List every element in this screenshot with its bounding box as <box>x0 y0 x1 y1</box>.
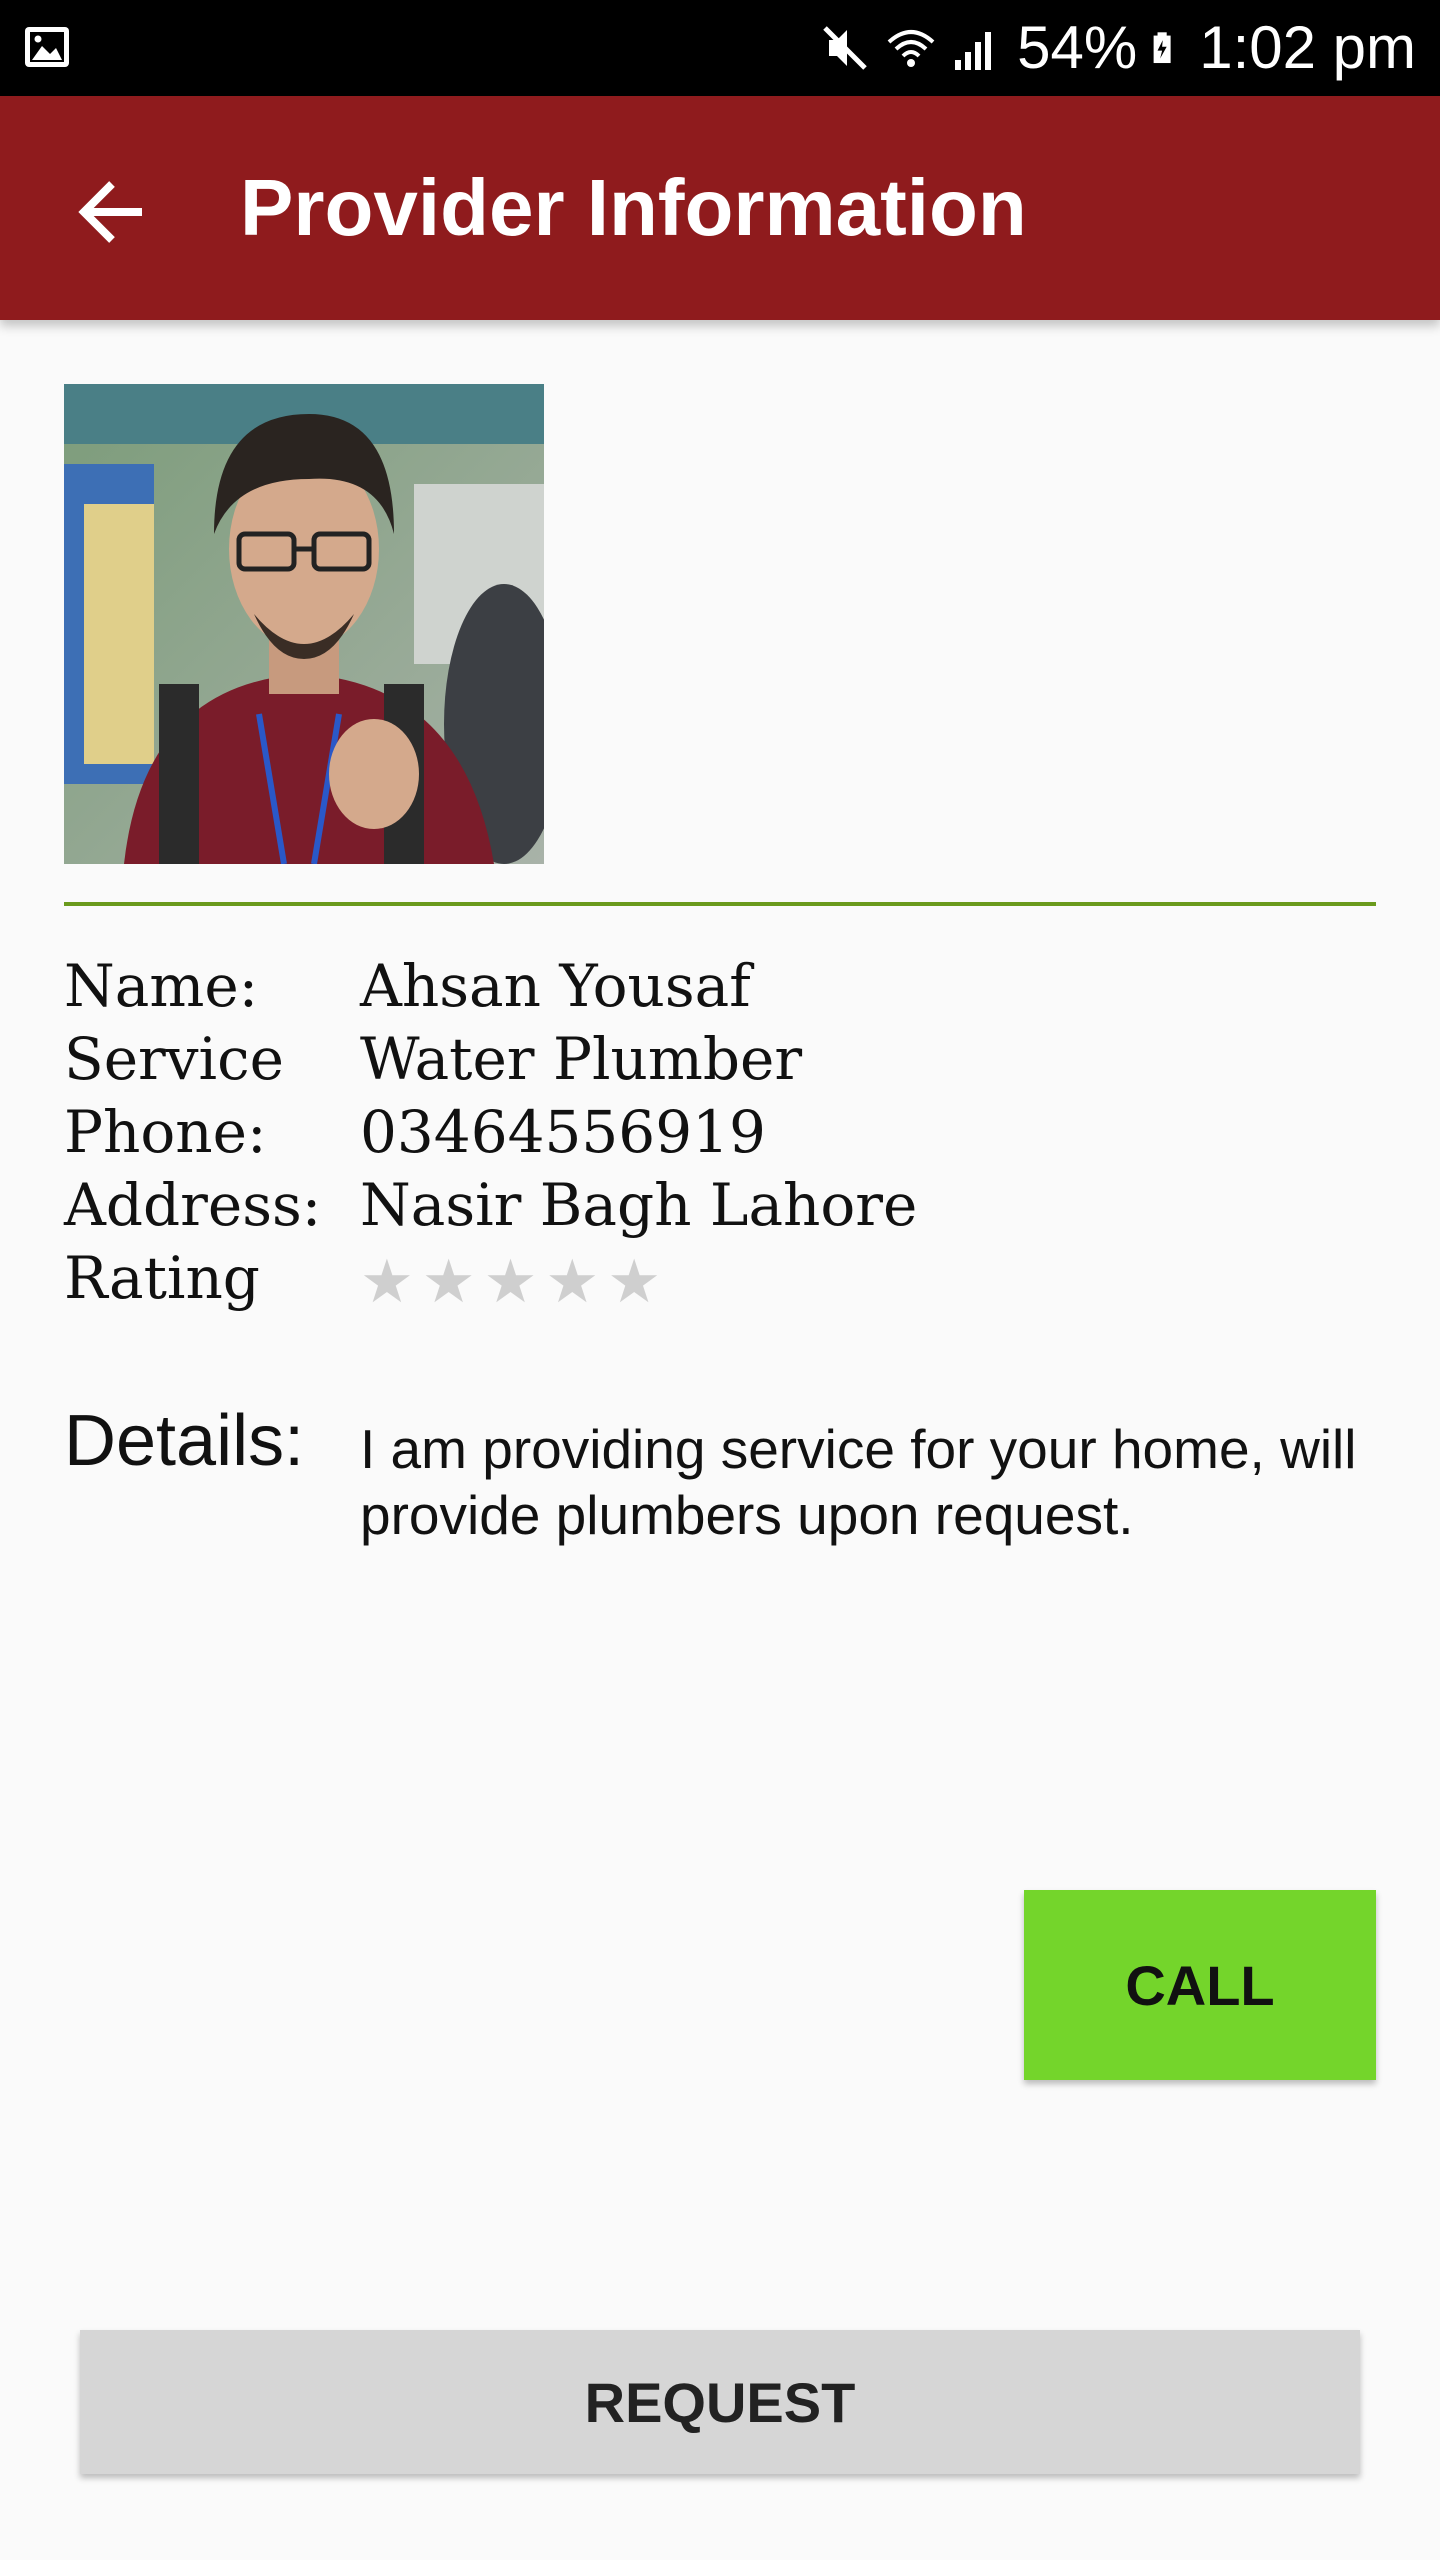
service-label: Service <box>64 1025 284 1093</box>
divider <box>64 902 1376 906</box>
details-label: Details: <box>64 1401 305 1481</box>
mute-icon <box>823 26 867 70</box>
name-row: Name: Ahsan Yousaf <box>64 950 1376 1023</box>
provider-photo <box>64 384 544 864</box>
service-value: Water Plumber <box>360 1025 803 1093</box>
arrow-back-icon <box>78 181 142 243</box>
request-button[interactable]: REQUEST <box>80 2330 1360 2474</box>
rating-bar[interactable]: ★ ★ ★ ★ ★ <box>360 1252 661 1312</box>
phone-label: Phone: <box>64 1098 267 1166</box>
name-value: Ahsan Yousaf <box>360 952 751 1020</box>
star-icon: ★ <box>421 1247 476 1317</box>
address-row: Address: Nasir Bagh Lahore <box>64 1169 1376 1242</box>
page-title: Provider Information <box>240 163 1027 252</box>
status-bar-right: 54% 1:02 pm <box>819 0 1416 96</box>
call-button[interactable]: CALL <box>1024 1890 1376 2080</box>
star-icon: ★ <box>483 1247 538 1317</box>
battery-icon <box>1153 32 1171 64</box>
status-bar: 54% 1:02 pm <box>0 0 1440 96</box>
rating-row: Rating ★ ★ ★ ★ ★ <box>64 1242 1376 1315</box>
rating-label: Rating <box>64 1244 260 1312</box>
app-bar: Provider Information <box>0 96 1440 320</box>
clock: 1:02 pm <box>1199 14 1416 81</box>
back-button[interactable] <box>56 156 168 268</box>
address-label: Address: <box>64 1171 322 1239</box>
gallery-icon <box>25 27 69 67</box>
address-value: Nasir Bagh Lahore <box>360 1171 918 1239</box>
phone-row: Phone: 03464556919 <box>64 1096 1376 1169</box>
star-icon: ★ <box>607 1247 661 1317</box>
battery-percent: 54% <box>1017 14 1138 81</box>
wifi-icon <box>887 30 935 67</box>
service-row: Service Water Plumber <box>64 1023 1376 1096</box>
provider-info: Name: Ahsan Yousaf Service Water Plumber… <box>64 950 1376 1315</box>
signal-icon <box>955 32 992 70</box>
details-text: I am providing service for your home, wi… <box>360 1418 1357 1546</box>
star-icon: ★ <box>545 1247 600 1317</box>
name-label: Name: <box>64 952 259 1020</box>
phone-value: 03464556919 <box>360 1098 766 1166</box>
star-icon: ★ <box>360 1247 414 1317</box>
